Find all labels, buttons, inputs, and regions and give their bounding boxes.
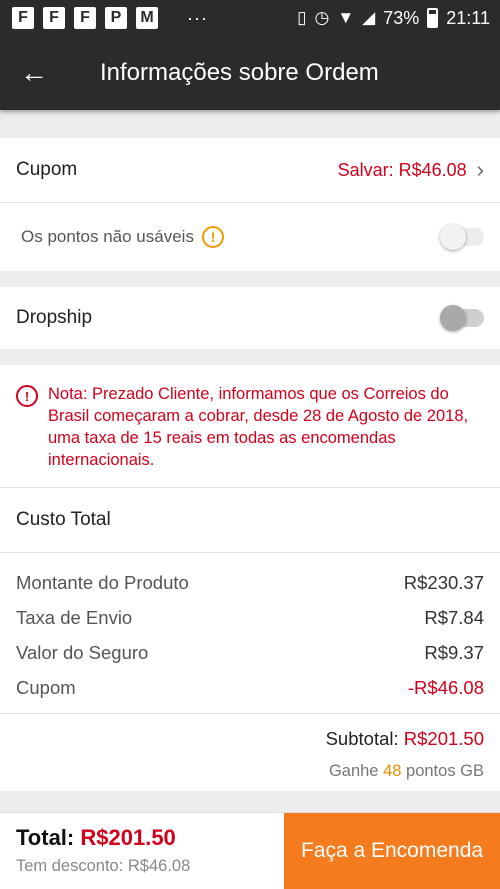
cost-line-amount: R$9.37 <box>424 641 484 663</box>
total-label: Total: <box>16 825 75 850</box>
facebook-icon: F <box>12 7 34 29</box>
total-cost-card: Custo Total Montante do Produto R$230.37… <box>0 488 500 791</box>
total-value: R$201.50 <box>80 825 176 850</box>
subtotal: Subtotal: R$201.50 <box>16 728 484 750</box>
cost-line-amount: R$7.84 <box>424 606 484 628</box>
coupon-points-card: Cupom Salvar: R$46.08 › Os pontos não us… <box>0 138 500 271</box>
coupon-value: Salvar: R$46.08 <box>337 159 467 180</box>
customs-notice: ! Nota: Prezado Cliente, informamos que … <box>0 365 500 488</box>
coupon-value-group: Salvar: R$46.08 › <box>338 157 484 183</box>
info-icon[interactable]: ! <box>201 226 224 248</box>
cost-line-label: Cupom <box>16 676 76 698</box>
status-bar: F F F P M ··· ▯ ◷ ▼ ◢ 73% 21:11 <box>0 0 500 36</box>
cost-line-amount: -R$46.08 <box>407 676 484 698</box>
battery-icon <box>427 8 439 28</box>
notification-icons: F F F P M ··· <box>12 7 208 29</box>
points-row: Os pontos não usáveis ! <box>0 203 500 271</box>
coupon-row[interactable]: Cupom Salvar: R$46.08 › <box>0 138 500 202</box>
dropship-toggle[interactable] <box>440 305 484 331</box>
total-cost-title: Custo Total <box>16 509 111 530</box>
dropship-row: Dropship <box>0 287 500 349</box>
subtotal-value: R$201.50 <box>403 728 484 749</box>
earn-points-value: 48 <box>383 762 402 780</box>
place-order-button[interactable]: Faça a Encomenda <box>284 813 500 889</box>
subtotal-block: Subtotal: R$201.50 Ganhe 48 pontos GB <box>0 714 500 791</box>
clock: 21:11 <box>446 7 490 28</box>
cost-lines: Montante do Produto R$230.37 Taxa de Env… <box>0 553 500 713</box>
page-title: Informações sobre Ordem <box>100 59 379 86</box>
back-arrow-icon[interactable]: ← <box>20 59 60 87</box>
dropship-label: Dropship <box>16 307 93 328</box>
warning-icon: ! <box>16 385 38 407</box>
chevron-right-icon: › <box>476 157 484 182</box>
dropship-card: Dropship <box>0 287 500 349</box>
points-label: Os pontos não usáveis <box>21 227 194 246</box>
cost-line-coupon: Cupom -R$46.08 <box>16 670 484 705</box>
signal-icon: ◢ <box>362 8 376 27</box>
cost-line-amount: R$230.37 <box>403 571 484 593</box>
cost-line-label: Valor do Seguro <box>16 641 149 663</box>
grand-total: Total: R$201.50 <box>16 825 268 851</box>
toggle-knob <box>440 224 466 250</box>
cost-line-product: Montante do Produto R$230.37 <box>16 565 484 600</box>
subtotal-label: Subtotal: <box>325 728 399 749</box>
system-icons: ▯ ◷ ▼ ◢ 73% 21:11 <box>297 8 490 29</box>
toggle-knob <box>440 305 466 331</box>
earn-points: Ganhe 48 pontos GB <box>16 762 484 781</box>
vibrate-icon: ▯ <box>297 8 307 27</box>
notice-text: Nota: Prezado Cliente, informamos que os… <box>48 385 469 469</box>
total-cost-heading: Custo Total <box>0 488 500 552</box>
facebook-icon: F <box>74 7 96 29</box>
checkout-summary: Total: R$201.50 Tem desconto: R$46.08 <box>0 813 284 889</box>
earn-prefix: Ganhe <box>328 762 379 780</box>
points-toggle[interactable] <box>440 224 484 250</box>
discount-text: Tem desconto: R$46.08 <box>16 857 191 875</box>
points-label-group: Os pontos não usáveis ! <box>21 226 224 248</box>
facebook-icon: F <box>43 7 65 29</box>
alarm-icon: ◷ <box>314 8 330 27</box>
cost-line-label: Taxa de Envio <box>16 606 133 628</box>
order-content: Cupom Salvar: R$46.08 › Os pontos não us… <box>0 110 500 791</box>
more-notifications-icon: ··· <box>187 7 208 28</box>
pinterest-icon: P <box>105 7 127 29</box>
coupon-label: Cupom <box>16 159 78 180</box>
app-bar: ← Informações sobre Ordem <box>0 36 500 110</box>
checkout-bar: Total: R$201.50 Tem desconto: R$46.08 Fa… <box>0 812 500 889</box>
wifi-icon: ▼ <box>337 8 355 27</box>
cost-line-label: Montante do Produto <box>16 571 189 593</box>
battery-percent: 73% <box>383 7 420 28</box>
earn-suffix: pontos GB <box>406 762 484 780</box>
mail-icon: M <box>136 7 158 29</box>
cost-line-shipping: Taxa de Envio R$7.84 <box>16 600 484 635</box>
cost-line-insurance: Valor do Seguro R$9.37 <box>16 635 484 670</box>
